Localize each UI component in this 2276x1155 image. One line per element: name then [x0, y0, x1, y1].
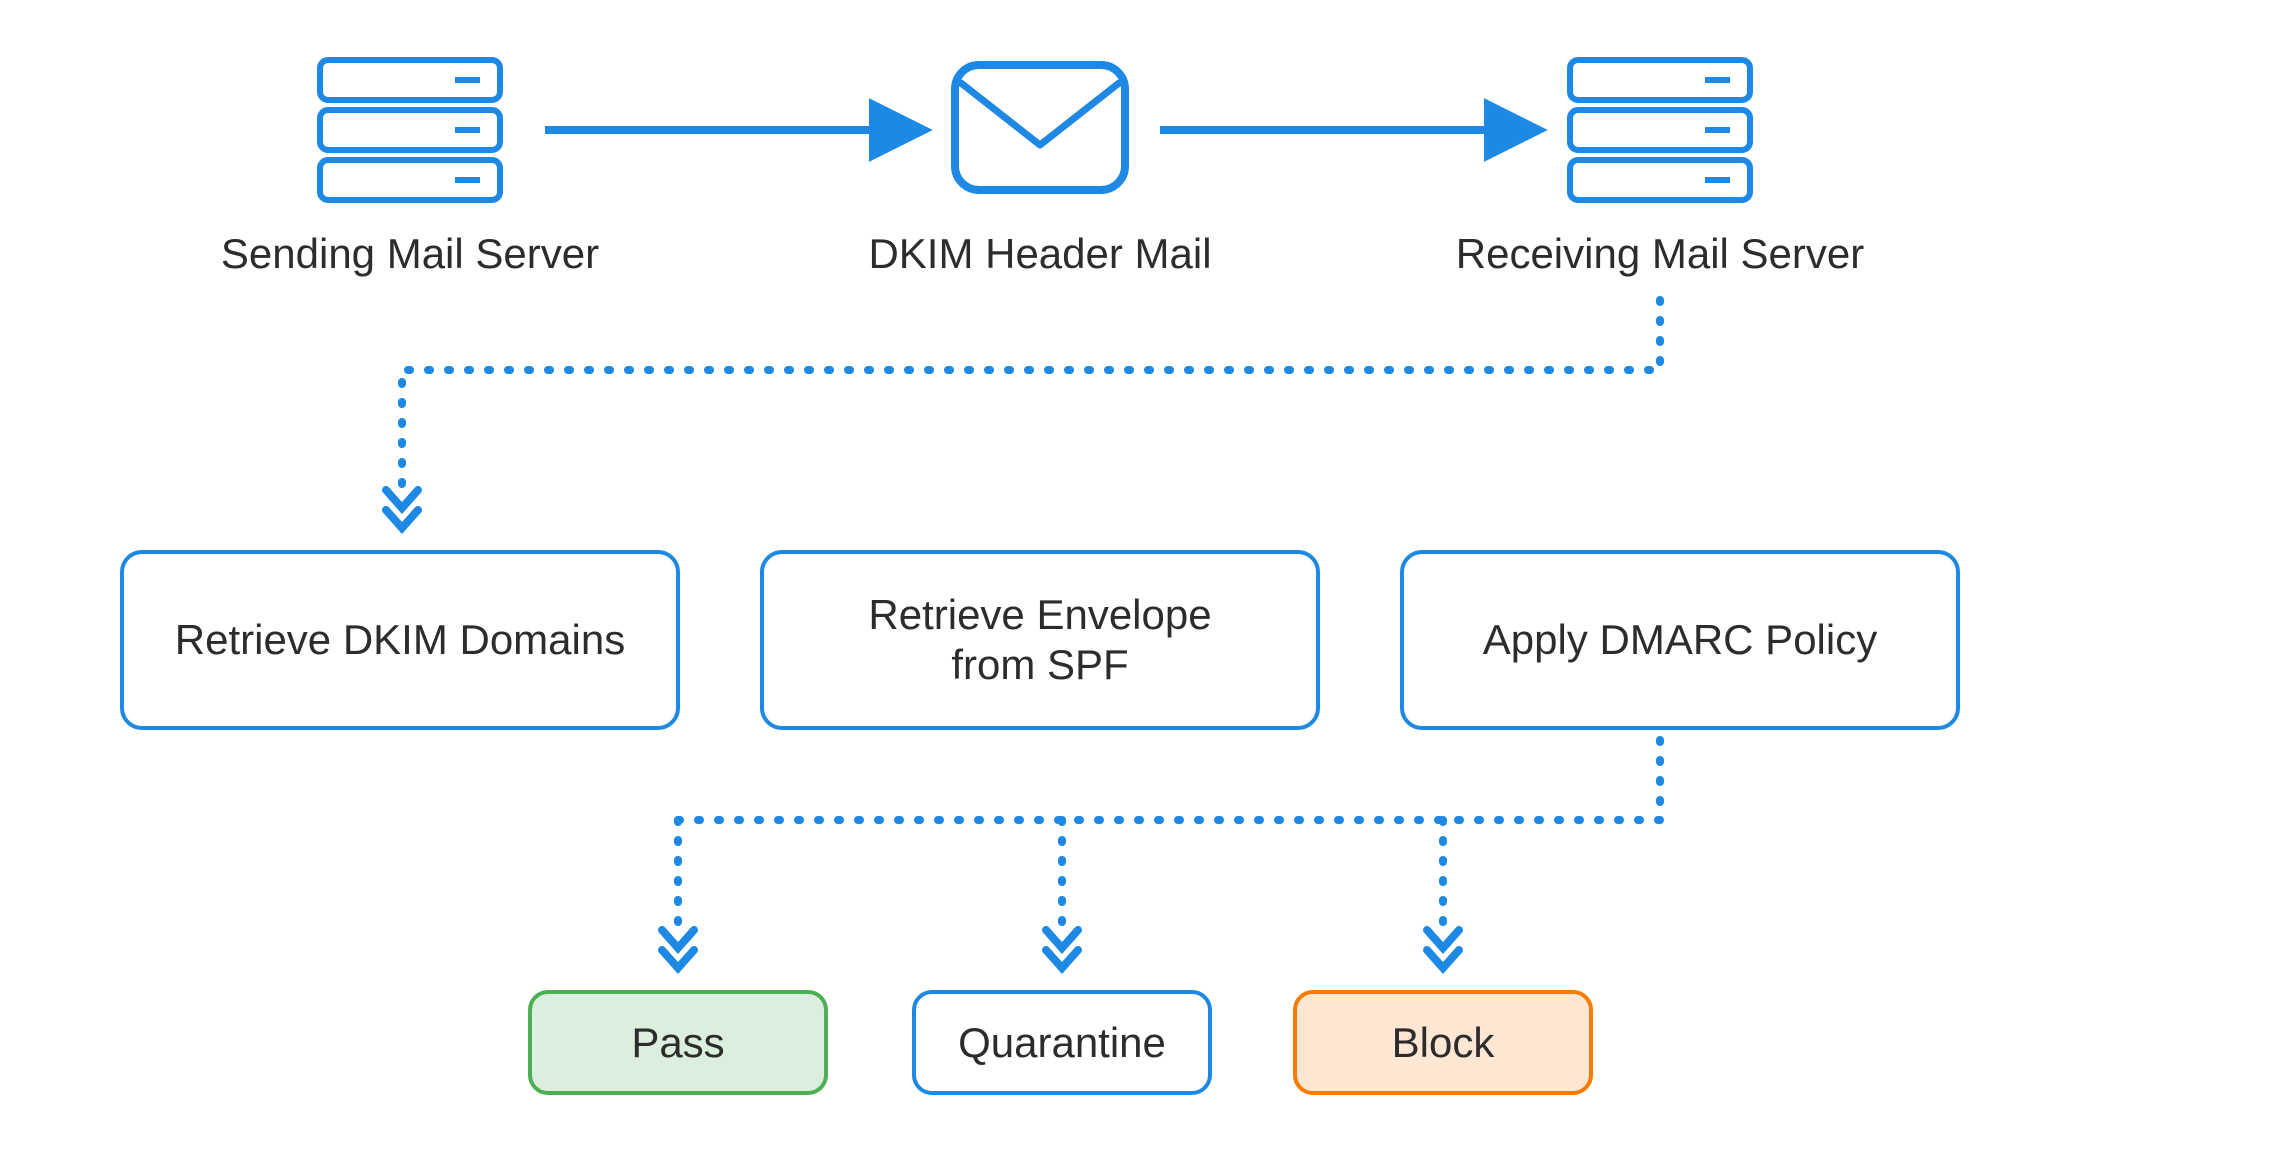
label-receiving-mail-server: Receiving Mail Server: [1440, 230, 1880, 278]
envelope-icon: [955, 65, 1125, 190]
server-stack-icon: [1570, 60, 1750, 200]
chevron-down-icon: [662, 930, 694, 968]
node-label: Block: [1392, 1019, 1495, 1067]
dotted-connector-dmarc-to-outcomes: [678, 740, 1660, 940]
node-label: Apply DMARC Policy: [1483, 615, 1877, 665]
node-outcome-block: Block: [1293, 990, 1593, 1095]
dotted-connector-receiving-to-dkimbox: [402, 300, 1660, 500]
node-apply-dmarc-policy: Apply DMARC Policy: [1400, 550, 1960, 730]
node-outcome-pass: Pass: [528, 990, 828, 1095]
node-label: Pass: [631, 1019, 724, 1067]
chevron-down-icon: [1046, 930, 1078, 968]
node-retrieve-dkim-domains: Retrieve DKIM Domains: [120, 550, 680, 730]
chevron-down-icon: [1427, 930, 1459, 968]
node-retrieve-envelope-spf: Retrieve Envelope from SPF: [760, 550, 1320, 730]
node-label: Retrieve Envelope from SPF: [868, 590, 1211, 691]
label-dkim-header-mail: DKIM Header Mail: [860, 230, 1220, 278]
chevron-down-icon: [386, 490, 418, 528]
label-sending-mail-server: Sending Mail Server: [200, 230, 620, 278]
node-outcome-quarantine: Quarantine: [912, 990, 1212, 1095]
server-stack-icon: [320, 60, 500, 200]
node-label: Retrieve DKIM Domains: [175, 615, 625, 665]
diagram-canvas: Sending Mail Server DKIM Header Mail Rec…: [0, 0, 2276, 1155]
node-label: Quarantine: [958, 1019, 1166, 1067]
